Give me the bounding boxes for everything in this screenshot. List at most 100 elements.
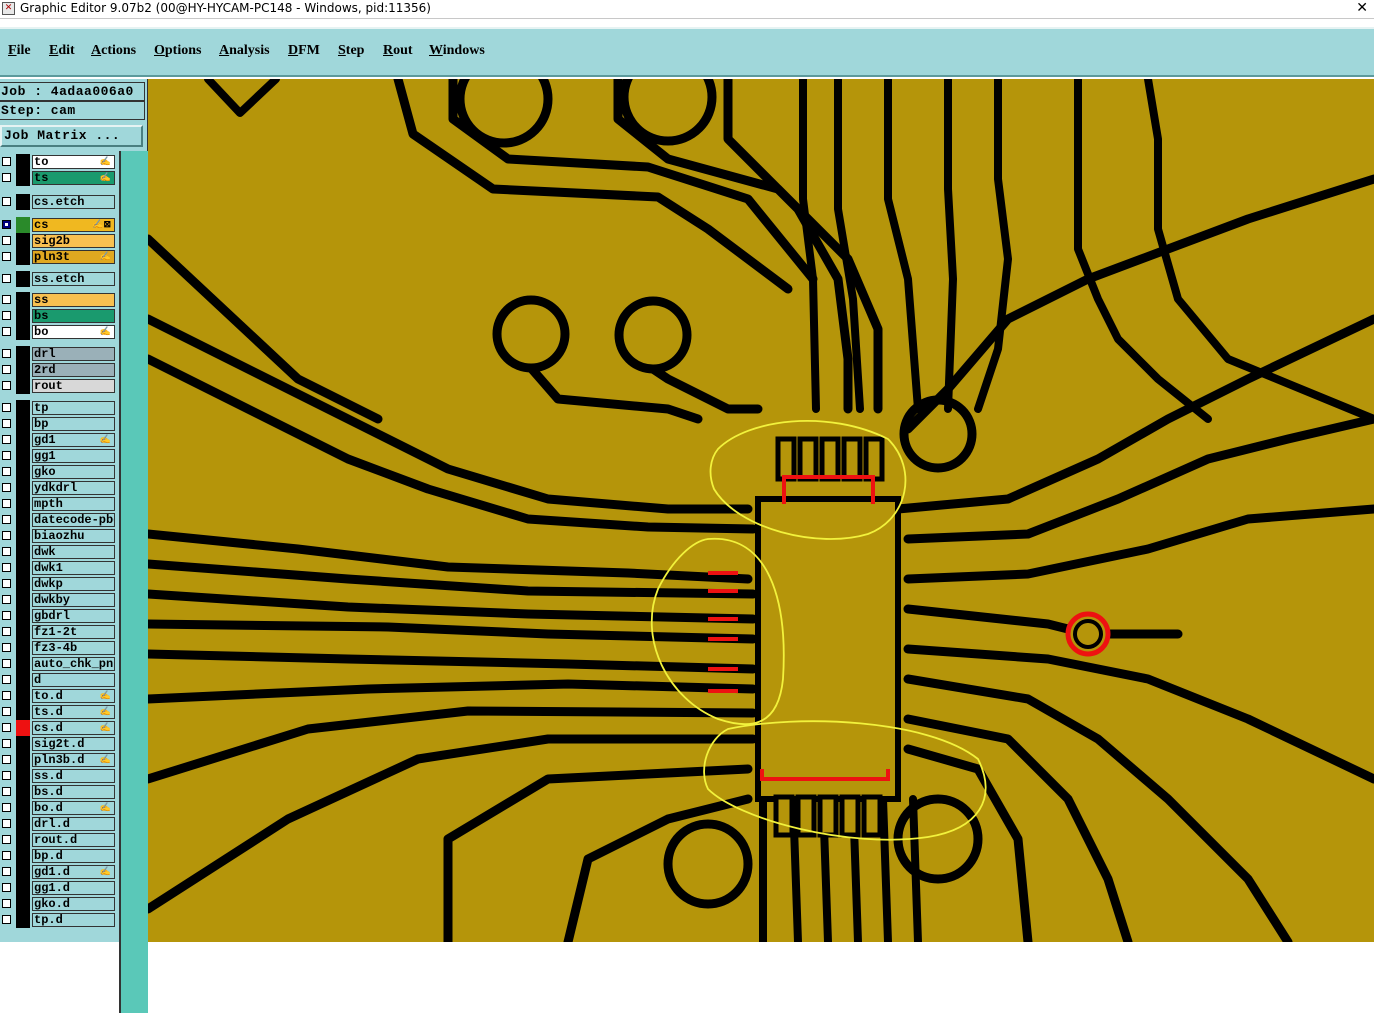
- layer-row-fz3-4b[interactable]: fz3-4b: [0, 640, 119, 656]
- layer-checkbox[interactable]: [2, 611, 11, 620]
- layer-color-swatch[interactable]: [16, 720, 30, 736]
- layer-name[interactable]: gko.d: [32, 897, 115, 911]
- layer-name[interactable]: fz3-4b: [32, 641, 115, 655]
- layer-color-swatch[interactable]: [16, 324, 30, 340]
- layer-row-cs-d[interactable]: cs.d ✍: [0, 720, 119, 736]
- layer-row-to[interactable]: to ✍: [0, 154, 119, 170]
- layer-name[interactable]: ss.etch: [32, 272, 115, 286]
- layer-color-swatch[interactable]: [16, 704, 30, 720]
- layer-name[interactable]: 2rd: [32, 363, 115, 377]
- layer-row-bp[interactable]: bp: [0, 416, 119, 432]
- layer-name[interactable]: fz1-2t: [32, 625, 115, 639]
- layer-checkbox[interactable]: [2, 157, 11, 166]
- layer-color-swatch[interactable]: [16, 784, 30, 800]
- layer-row-gbdrl[interactable]: gbdrl: [0, 608, 119, 624]
- layer-color-swatch[interactable]: [16, 271, 30, 287]
- layer-color-swatch[interactable]: [16, 832, 30, 848]
- layer-row-ss-etch[interactable]: ss.etch: [0, 271, 119, 287]
- layer-name[interactable]: cs.etch: [32, 195, 115, 209]
- layer-name[interactable]: sig2t.d: [32, 737, 115, 751]
- layer-row-sig2t-d[interactable]: sig2t.d: [0, 736, 119, 752]
- layer-name[interactable]: gko: [32, 465, 115, 479]
- layer-checkbox[interactable]: [2, 883, 11, 892]
- layer-checkbox[interactable]: [2, 173, 11, 182]
- layer-name[interactable]: ts.d ✍: [32, 705, 115, 719]
- layer-checkbox[interactable]: [2, 835, 11, 844]
- menu-rout[interactable]: Rout: [383, 43, 413, 59]
- layer-color-swatch[interactable]: [16, 154, 30, 170]
- layer-color-swatch[interactable]: [16, 560, 30, 576]
- layer-checkbox[interactable]: [2, 349, 11, 358]
- layer-color-swatch[interactable]: [16, 912, 30, 928]
- layer-name[interactable]: gg1: [32, 449, 115, 463]
- layer-name[interactable]: bp.d: [32, 849, 115, 863]
- layer-name[interactable]: to ✍: [32, 155, 115, 169]
- layer-color-swatch[interactable]: [16, 480, 30, 496]
- layer-color-swatch[interactable]: [16, 608, 30, 624]
- layer-checkbox[interactable]: [2, 197, 11, 206]
- layer-checkbox[interactable]: [2, 595, 11, 604]
- layer-row-bs[interactable]: bs: [0, 308, 119, 324]
- layer-color-swatch[interactable]: [16, 688, 30, 704]
- close-icon[interactable]: ✕: [1356, 0, 1368, 16]
- layer-name[interactable]: dwk1: [32, 561, 115, 575]
- layer-row-sig2b[interactable]: sig2b: [0, 233, 119, 249]
- layer-name[interactable]: dwkby: [32, 593, 115, 607]
- layer-row-pln3t[interactable]: pln3t ✍: [0, 249, 119, 265]
- layer-checkbox[interactable]: [2, 675, 11, 684]
- layer-name[interactable]: cs.d ✍: [32, 721, 115, 735]
- layer-row-bp-d[interactable]: bp.d: [0, 848, 119, 864]
- layer-name[interactable]: rout.d: [32, 833, 115, 847]
- job-matrix-button[interactable]: Job Matrix ...: [0, 125, 143, 147]
- layer-name[interactable]: bp: [32, 417, 115, 431]
- layer-checkbox[interactable]: [2, 327, 11, 336]
- layer-color-swatch[interactable]: [16, 362, 30, 378]
- layer-checkbox[interactable]: [2, 579, 11, 588]
- layer-name[interactable]: gbdrl: [32, 609, 115, 623]
- layer-color-swatch[interactable]: [16, 896, 30, 912]
- layer-row-bs-d[interactable]: bs.d: [0, 784, 119, 800]
- layer-color-swatch[interactable]: [16, 346, 30, 362]
- layer-name[interactable]: cs ✍⊠: [32, 218, 115, 232]
- layer-color-swatch[interactable]: [16, 194, 30, 210]
- layer-row-tp-d[interactable]: tp.d: [0, 912, 119, 928]
- layer-checkbox[interactable]: [2, 381, 11, 390]
- layer-color-swatch[interactable]: [16, 512, 30, 528]
- layer-color-swatch[interactable]: [16, 170, 30, 186]
- layer-name[interactable]: to.d ✍: [32, 689, 115, 703]
- layer-name[interactable]: rout: [32, 379, 115, 393]
- layer-checkbox[interactable]: [2, 236, 11, 245]
- layer-color-swatch[interactable]: [16, 528, 30, 544]
- layer-checkbox[interactable]: [2, 483, 11, 492]
- layer-checkbox[interactable]: [2, 547, 11, 556]
- layer-row-gg1[interactable]: gg1: [0, 448, 119, 464]
- layer-row-rout[interactable]: rout: [0, 378, 119, 394]
- layer-name[interactable]: d: [32, 673, 115, 687]
- layer-color-swatch[interactable]: [16, 864, 30, 880]
- layer-row-dwkby[interactable]: dwkby: [0, 592, 119, 608]
- layer-checkbox[interactable]: [2, 643, 11, 652]
- layer-name[interactable]: gd1 ✍: [32, 433, 115, 447]
- layer-name[interactable]: bs.d: [32, 785, 115, 799]
- layer-row-gko-d[interactable]: gko.d: [0, 896, 119, 912]
- layer-row-2rd[interactable]: 2rd: [0, 362, 119, 378]
- layer-checkbox[interactable]: [2, 531, 11, 540]
- layer-color-swatch[interactable]: [16, 292, 30, 308]
- layer-name[interactable]: bo ✍: [32, 325, 115, 339]
- layer-row-dwkp[interactable]: dwkp: [0, 576, 119, 592]
- layer-color-swatch[interactable]: [16, 736, 30, 752]
- layer-name[interactable]: gd1.d ✍: [32, 865, 115, 879]
- menu-dfm[interactable]: DFM: [288, 43, 320, 59]
- menu-actions[interactable]: Actions: [91, 43, 136, 59]
- layer-checkbox[interactable]: [2, 467, 11, 476]
- layer-row-pln3b-d[interactable]: pln3b.d ✍: [0, 752, 119, 768]
- layer-row-ss-d[interactable]: ss.d: [0, 768, 119, 784]
- layer-checkbox[interactable]: [2, 739, 11, 748]
- layer-color-swatch[interactable]: [16, 800, 30, 816]
- layer-checkbox[interactable]: [2, 451, 11, 460]
- layer-checkbox[interactable]: [2, 435, 11, 444]
- layer-checkbox[interactable]: [2, 515, 11, 524]
- layer-row-dwk1[interactable]: dwk1: [0, 560, 119, 576]
- layer-name[interactable]: tp.d: [32, 913, 115, 927]
- layer-row-gg1-d[interactable]: gg1.d: [0, 880, 119, 896]
